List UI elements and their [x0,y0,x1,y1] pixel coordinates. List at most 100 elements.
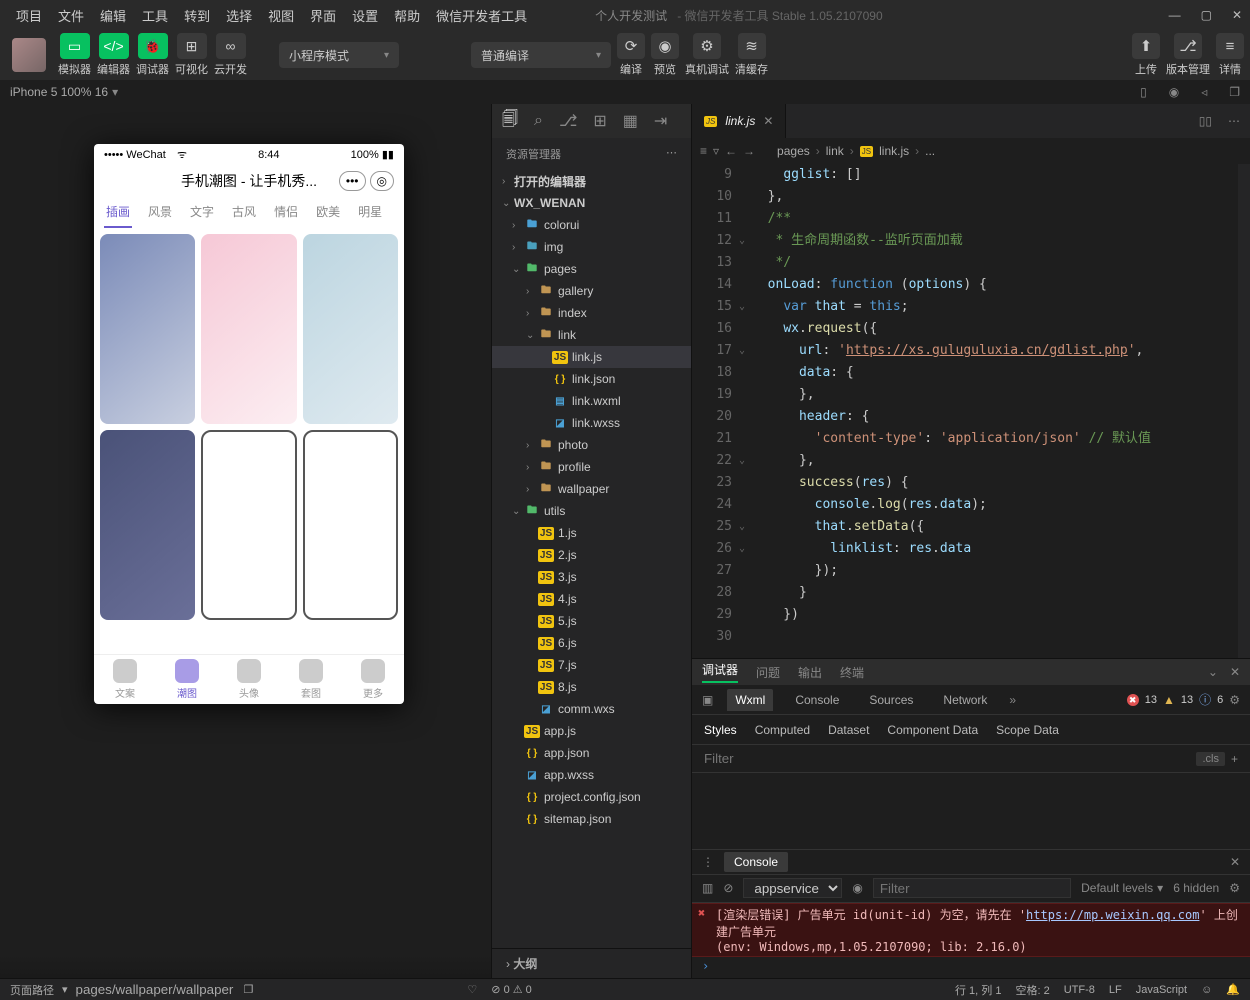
forward-icon[interactable]: → [743,144,755,158]
details-button[interactable]: ≡详情 [1216,33,1244,77]
menu-item[interactable]: 视图 [260,2,302,29]
upload-button[interactable]: ⬆上传 [1132,33,1160,77]
menu-item[interactable]: 文件 [50,2,92,29]
open-editors-section[interactable]: ›打开的编辑器 [492,170,691,192]
styles-tab[interactable]: Styles [704,723,737,737]
category-tab[interactable]: 文字 [188,197,216,228]
more-icon[interactable]: ⋯ [666,146,677,162]
category-tab[interactable]: 情侣 [272,197,300,228]
feedback-icon[interactable]: ☺ [1201,984,1212,996]
wallpaper-card[interactable] [303,234,398,424]
folder-item[interactable]: ›🖿profile [492,456,691,478]
back-icon[interactable]: ← [725,144,737,158]
console-sidebar-icon[interactable]: ▥ [702,881,713,895]
wallpaper-card[interactable] [201,430,296,620]
menu-item[interactable]: 编辑 [92,2,134,29]
file-item[interactable]: JS1.js [492,522,691,544]
eol-setting[interactable]: LF [1109,984,1122,996]
file-item[interactable]: ◪app.wxss [492,764,691,786]
visual-button[interactable]: ⊞可视化 [175,33,208,77]
close-drawer-icon[interactable]: ✕ [1230,855,1240,869]
tab-terminal[interactable]: 终端 [840,664,864,681]
record-icon[interactable]: ◉ [1169,85,1179,99]
page-path-input[interactable] [76,982,236,997]
minimize-icon[interactable]: — [1169,8,1181,22]
file-item[interactable]: JS7.js [492,654,691,676]
hidden-count[interactable]: 6 hidden [1173,881,1219,895]
cloud-button[interactable]: ∞云开发 [214,33,247,77]
file-item[interactable]: { }project.config.json [492,786,691,808]
context-select[interactable]: appservice [743,878,842,898]
close-icon[interactable]: ✕ [1232,8,1242,22]
styles-filter-input[interactable] [704,751,1196,766]
indent-setting[interactable]: 空格: 2 [1015,982,1049,998]
menu-capsule[interactable]: ••• [339,171,366,191]
breadcrumb-item[interactable]: ... [925,144,935,158]
file-item[interactable]: JS6.js [492,632,691,654]
copy-icon[interactable]: ❐ [1229,85,1240,99]
device-debug-button[interactable]: ⚙真机调试 [685,33,729,77]
nav-item[interactable]: 文案 [113,659,137,700]
grid-icon[interactable]: ▦ [623,111,638,131]
editor-tab-linkjs[interactable]: JSlink.js✕ [692,104,786,138]
info-count-icon[interactable]: ⓘ [1199,691,1211,708]
warn-count-icon[interactable]: ▲ [1163,693,1175,707]
inspect-icon[interactable]: ▣ [702,693,713,707]
devtools-tab-wxml[interactable]: Wxml [727,689,773,711]
component-data-tab[interactable]: Component Data [887,723,978,737]
compile-type-dropdown[interactable]: 普通编译▾ [471,42,611,68]
log-levels-dropdown[interactable]: Default levels ▾ [1081,881,1163,895]
breadcrumb-item[interactable]: pages [777,144,810,158]
folder-item[interactable]: ›🖿index [492,302,691,324]
console-error-row[interactable]: [渲染层错误] 广告单元 id(unit-id) 为空，请先在 'https:/… [692,903,1250,957]
wallpaper-card[interactable] [303,430,398,620]
folder-item[interactable]: ›🖿photo [492,434,691,456]
preview-button[interactable]: ◉预览 [651,33,679,77]
eye-icon[interactable]: ◉ [852,881,862,895]
menu-item[interactable]: 转到 [176,2,218,29]
folder-item[interactable]: ›🖿colorui [492,214,691,236]
console-settings-icon[interactable]: ⚙ [1229,881,1240,895]
collapse-icon[interactable]: ⌄ [1208,665,1218,679]
tab-debugger[interactable]: 调试器 [702,661,738,683]
devtools-tab-network[interactable]: Network [935,689,995,711]
search-icon[interactable]: ⌕ [534,112,543,130]
breadcrumb-item[interactable]: link.js [879,144,909,158]
menu-item[interactable]: 工具 [134,2,176,29]
file-item[interactable]: JS2.js [492,544,691,566]
nav-item[interactable]: 潮图 [175,659,199,700]
language-mode[interactable]: JavaScript [1136,984,1187,996]
console-menu-icon[interactable]: ⋮ [702,855,714,869]
explorer-view-icon[interactable]: 🗐 [502,108,518,135]
code-editor[interactable]: 9101112131415161718192021222324252627282… [692,164,1250,658]
devtools-tab-console[interactable]: Console [787,689,847,711]
cursor-position[interactable]: 行 1, 列 1 [955,982,1001,998]
file-item[interactable]: { }app.json [492,742,691,764]
file-item[interactable]: { }sitemap.json [492,808,691,830]
category-tab[interactable]: 风景 [146,197,174,228]
more-tabs-icon[interactable]: » [1009,693,1016,707]
outline-section[interactable]: › 大纲 [492,948,691,978]
file-item[interactable]: { }link.json [492,368,691,390]
file-item[interactable]: JS5.js [492,610,691,632]
console-prompt[interactable]: › [692,957,1250,975]
bell-icon[interactable]: 🔔 [1226,983,1240,996]
maximize-icon[interactable]: ▢ [1201,8,1212,22]
menu-item[interactable]: 帮助 [386,2,428,29]
list-icon[interactable]: ≡ [700,144,707,158]
computed-tab[interactable]: Computed [755,723,810,737]
category-tab[interactable]: 明星 [356,197,384,228]
file-item[interactable]: JSlink.js [492,346,691,368]
folder-item[interactable]: ⌄🖿link [492,324,691,346]
close-capsule[interactable]: ◎ [370,171,394,191]
error-count-icon[interactable]: ✖ [1127,694,1139,706]
menu-item[interactable]: 界面 [302,2,344,29]
editor-more-icon[interactable]: ⋯ [1228,114,1240,128]
split-editor-icon[interactable]: ▯▯ [1199,114,1212,128]
file-item[interactable]: ◪comm.wxs [492,698,691,720]
version-button[interactable]: ⎇版本管理 [1166,33,1210,77]
console-drawer-tab[interactable]: Console [724,852,788,872]
editor-button[interactable]: </>编辑器 [97,33,130,77]
category-tab[interactable]: 古风 [230,197,258,228]
tab-problems[interactable]: 问题 [756,664,780,681]
